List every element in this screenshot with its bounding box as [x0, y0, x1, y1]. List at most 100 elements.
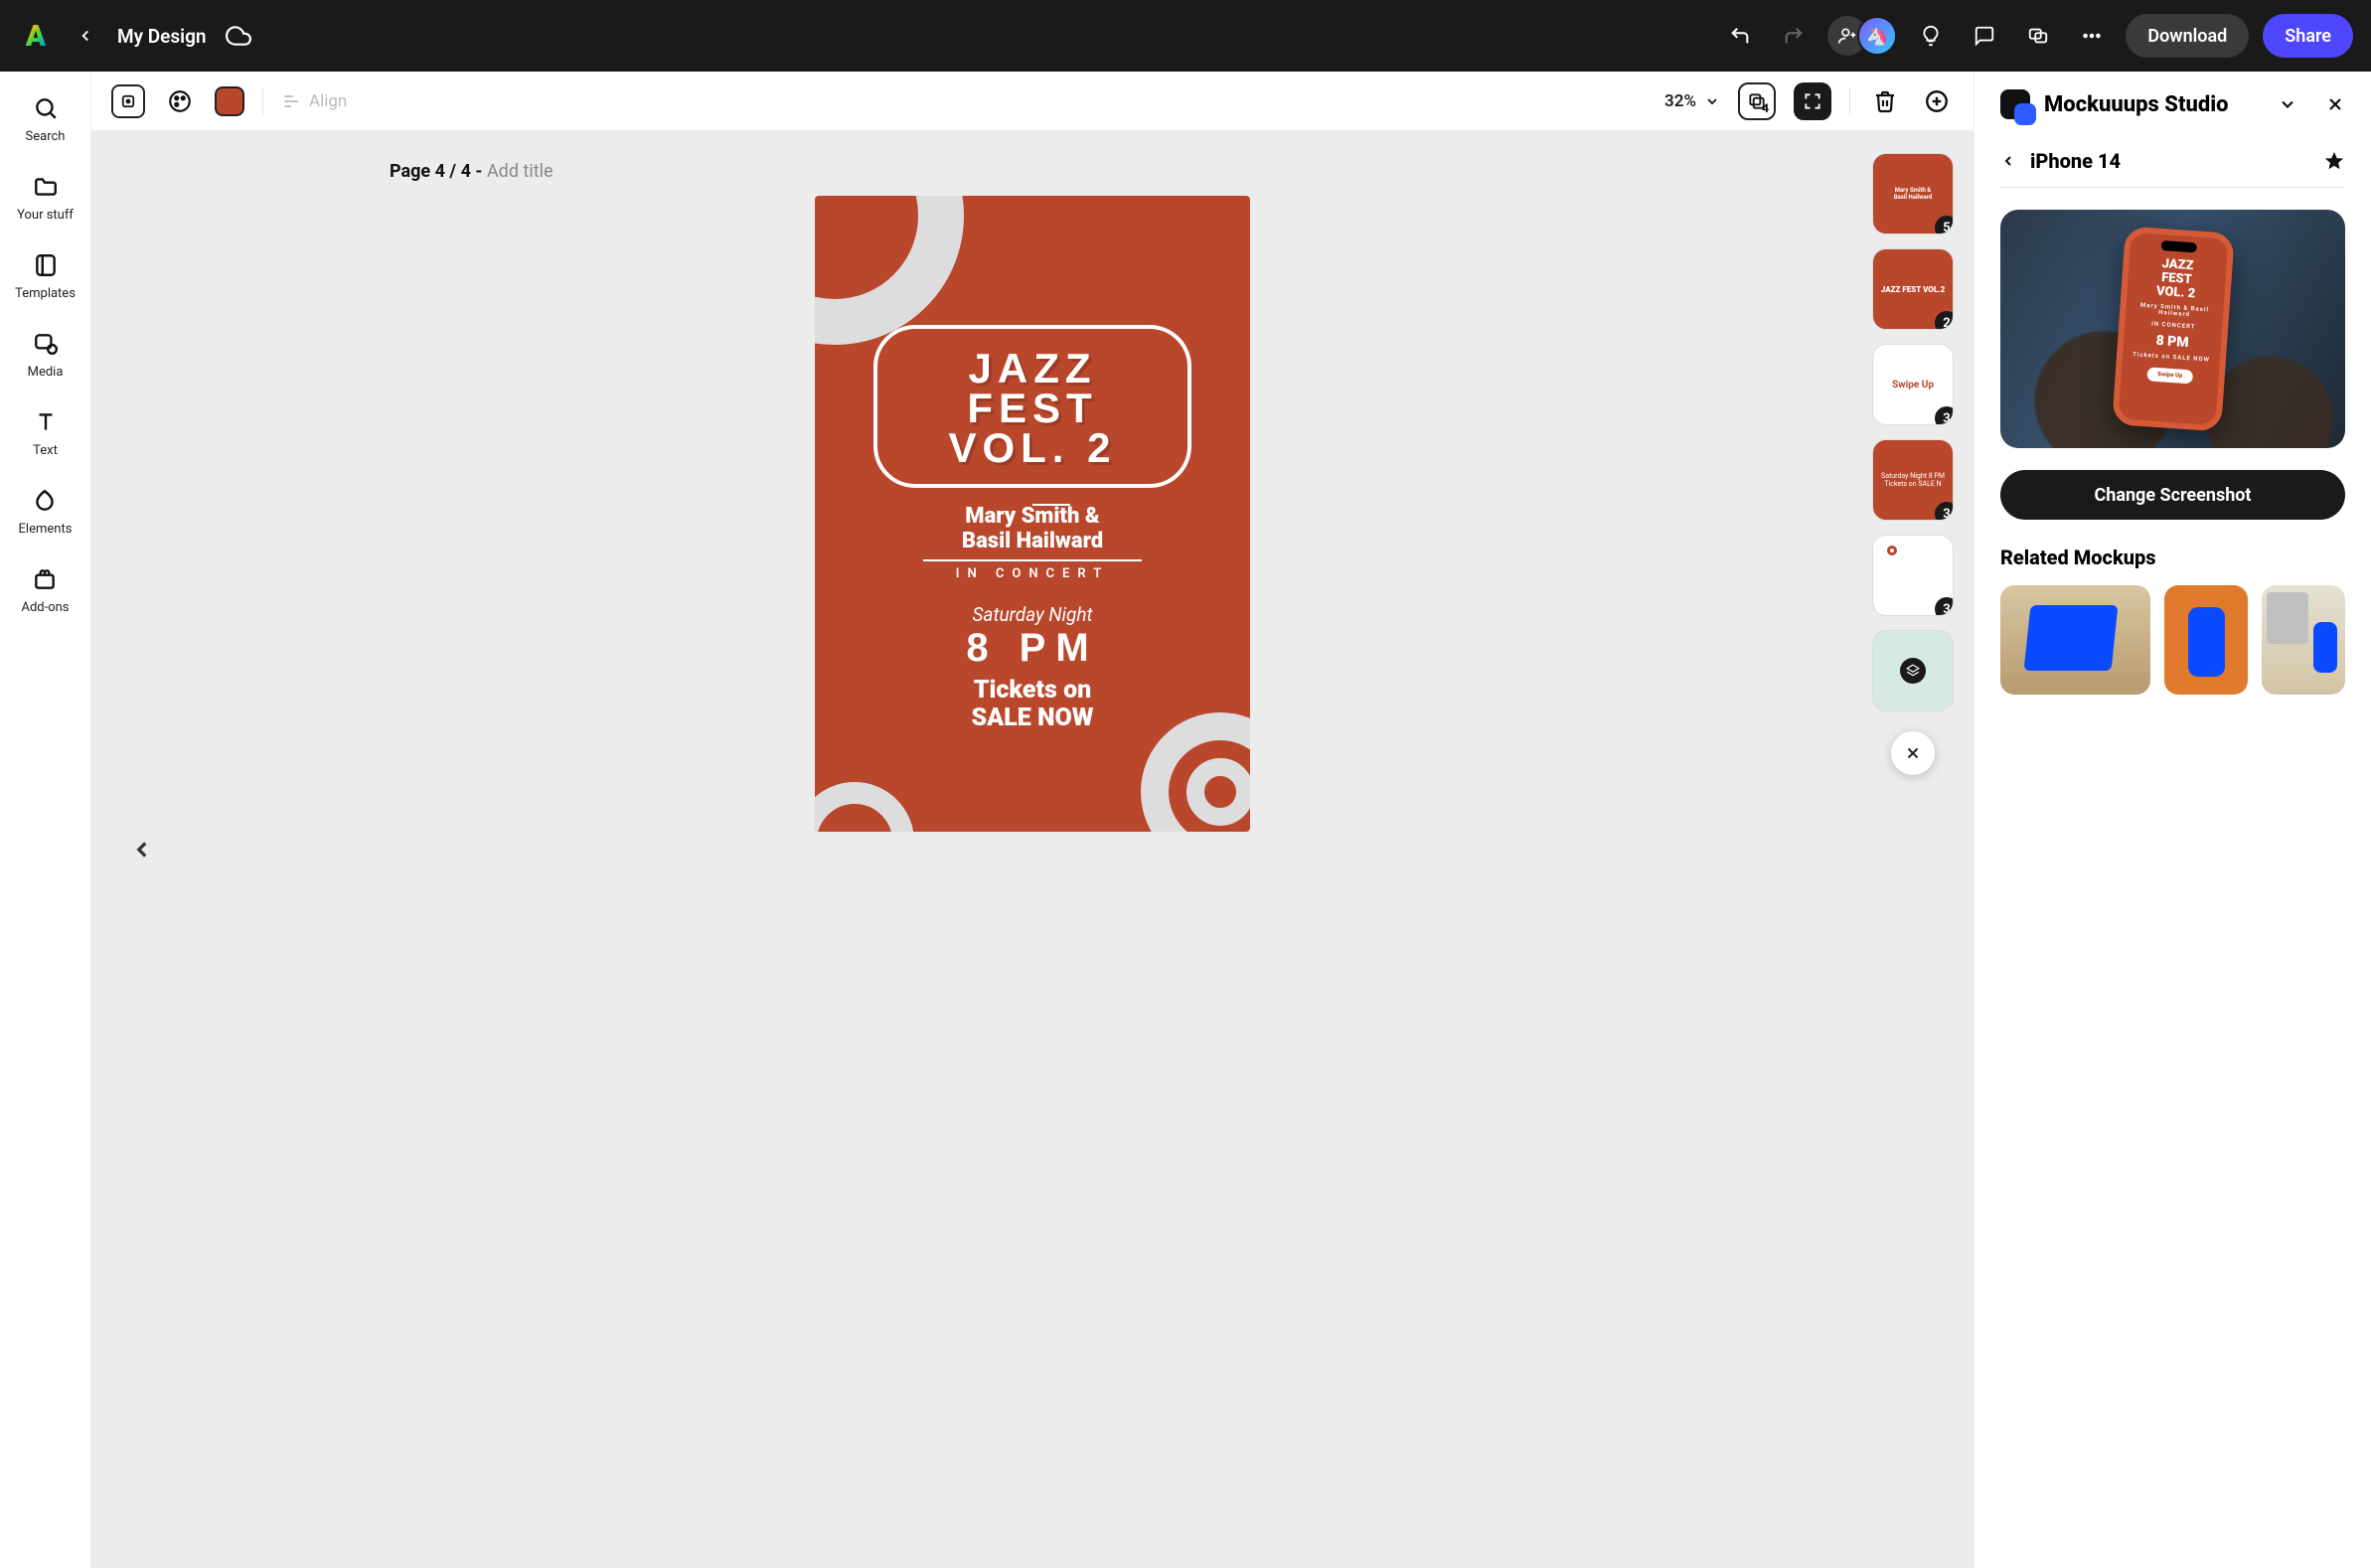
decor-ring-top: [815, 196, 964, 345]
change-screenshot-button[interactable]: Change Screenshot: [2000, 470, 2345, 520]
top-bar: A My Design 🦄 Download Share: [0, 0, 2371, 72]
app-logo[interactable]: A: [18, 18, 54, 54]
related-mockup-2[interactable]: [2164, 585, 2248, 695]
rail-label: Text: [33, 443, 58, 458]
zoom-control[interactable]: 32%: [1664, 91, 1720, 111]
lightbulb-icon: [1920, 25, 1942, 47]
back-button[interactable]: [68, 18, 103, 54]
thumbnail-2[interactable]: JAZZ FEST VOL.2 2: [1872, 248, 1954, 330]
main-area: Search Your stuff Templates Media Text E…: [0, 72, 2371, 1568]
cloud-sync-icon[interactable]: [221, 18, 256, 54]
related-mockups-row: [2000, 585, 2345, 695]
plus-circle-icon: [1924, 88, 1950, 114]
mockuuups-app-icon: [2000, 89, 2030, 119]
help-button[interactable]: [1911, 16, 1951, 56]
more-icon: [2081, 25, 2103, 47]
poster-title-box: JAZZ FEST VOL. 2: [873, 325, 1191, 488]
media-icon: [31, 329, 61, 359]
align-icon: [281, 91, 301, 111]
fill-swatch[interactable]: [215, 86, 244, 116]
text-icon: [31, 407, 61, 437]
document-title[interactable]: My Design: [117, 25, 207, 48]
left-rail: Search Your stuff Templates Media Text E…: [0, 72, 91, 1568]
elements-icon: [30, 486, 60, 516]
align-label: Align: [309, 91, 347, 111]
thumb-badge: 3: [1935, 502, 1954, 521]
thumbnail-4[interactable]: Saturday Night 8 PM Tickets on SALE N 3: [1872, 439, 1954, 521]
page-title-hint: Add title: [487, 161, 553, 182]
mockup-preview[interactable]: JAZZ FEST VOL. 2 Mary Smith & Basil Hail…: [2000, 210, 2345, 448]
rail-label: Media: [28, 365, 64, 380]
trash-icon: [1873, 89, 1897, 113]
rail-media[interactable]: Media: [28, 329, 64, 380]
share-button[interactable]: Share: [2263, 14, 2353, 58]
layers-icon: [1900, 658, 1926, 684]
component-tool[interactable]: [111, 84, 145, 118]
user-avatar[interactable]: 🦄: [1857, 16, 1897, 56]
close-thumbnails-button[interactable]: [1891, 731, 1935, 775]
present-icon: [2027, 25, 2049, 47]
rail-addons[interactable]: Add-ons: [21, 564, 69, 615]
phone-mockup: JAZZ FEST VOL. 2 Mary Smith & Basil Hail…: [2112, 226, 2235, 431]
chevron-left-icon: [2000, 153, 2016, 169]
redo-button[interactable]: [1774, 16, 1814, 56]
related-mockup-1[interactable]: [2000, 585, 2150, 695]
rail-your-stuff[interactable]: Your stuff: [17, 172, 74, 223]
addon-panel: Mockuuups Studio iPhone 14 JAZZ FEST VOL…: [1974, 72, 2371, 1568]
decor-ring-bottom-left: [815, 782, 914, 832]
undo-button[interactable]: [1720, 16, 1760, 56]
panel-breadcrumb: iPhone 14: [2000, 149, 2345, 188]
thumbnail-1[interactable]: Mary Smith &Basil Hailward 5: [1872, 153, 1954, 235]
redo-icon: [1783, 25, 1805, 47]
favorite-button[interactable]: [2323, 150, 2345, 172]
fit-icon: [1803, 91, 1822, 111]
panel-back-button[interactable]: [2000, 153, 2016, 169]
folder-icon: [31, 172, 61, 202]
page-number: Page 4 / 4 -: [390, 161, 487, 182]
thumbnail-6[interactable]: [1872, 630, 1954, 711]
rail-label: Add-ons: [21, 600, 69, 615]
poster-title-line: VOL. 2: [887, 428, 1178, 468]
thumb-badge: 3: [1935, 597, 1954, 616]
page-thumbnails: Mary Smith &Basil Hailward 5 JAZZ FEST V…: [1872, 153, 1954, 775]
rail-label: Search: [26, 129, 66, 144]
download-button[interactable]: Download: [2126, 14, 2249, 58]
page-indicator[interactable]: Page 4 / 4 - Add title: [390, 161, 553, 182]
chevron-down-icon[interactable]: [2278, 94, 2297, 114]
comment-button[interactable]: [1965, 16, 2004, 56]
thumb-badge: 3: [1935, 406, 1954, 425]
close-icon[interactable]: [2325, 94, 2345, 114]
poster-title-line: JAZZ: [887, 349, 1178, 389]
layers-button[interactable]: 4: [1738, 82, 1776, 120]
design-canvas-page[interactable]: JAZZ FEST VOL. 2 Mary Smith & Basil Hail…: [815, 196, 1250, 832]
close-icon: [1904, 744, 1922, 762]
context-toolbar: Align 32% 4: [91, 72, 1974, 131]
poster-time: 8 PM: [815, 626, 1250, 671]
thumb-badge: 2: [1935, 311, 1954, 330]
related-mockup-3[interactable]: [2262, 585, 2345, 695]
more-button[interactable]: [2072, 16, 2112, 56]
rail-search[interactable]: Search: [26, 93, 66, 144]
panel-title: Mockuuups Studio: [2044, 92, 2264, 117]
layers-count: 4: [1762, 101, 1769, 115]
chevron-down-icon: [1704, 93, 1720, 109]
canvas[interactable]: Page 4 / 4 - Add title JAZZ FEST VOL. 2 …: [91, 131, 1974, 1568]
color-palette-tool[interactable]: [163, 84, 197, 118]
device-name: iPhone 14: [2030, 149, 2309, 173]
thumbnail-3[interactable]: Swipe Up 3: [1872, 344, 1954, 425]
related-heading: Related Mockups: [2000, 546, 2345, 569]
undo-icon: [1729, 25, 1751, 47]
fit-button[interactable]: [1794, 82, 1831, 120]
collaborators[interactable]: 🦄: [1827, 16, 1897, 56]
add-button[interactable]: [1920, 84, 1954, 118]
chevron-left-icon: [77, 27, 94, 45]
rail-elements[interactable]: Elements: [19, 486, 73, 537]
rail-templates[interactable]: Templates: [15, 250, 76, 301]
thumbnail-5[interactable]: 3: [1872, 535, 1954, 616]
poster-title-line: FEST: [887, 389, 1178, 428]
rail-text[interactable]: Text: [31, 407, 61, 458]
rail-label: Your stuff: [17, 208, 74, 223]
delete-button[interactable]: [1868, 84, 1902, 118]
poster-artists: Mary Smith & Basil Hailward IN CONCERT: [815, 504, 1250, 582]
present-button[interactable]: [2018, 16, 2058, 56]
